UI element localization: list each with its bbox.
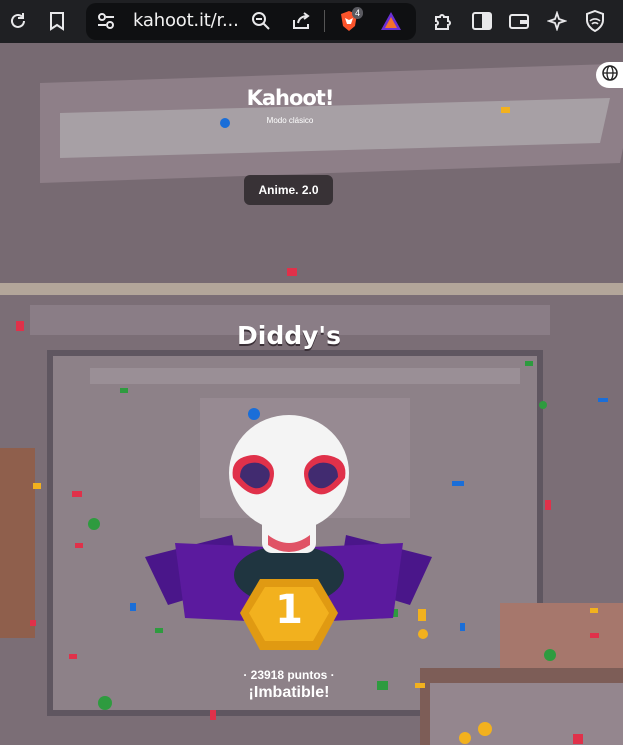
extensions-icon[interactable] (431, 9, 455, 33)
podium-avatar (145, 415, 432, 650)
score-points: · 23918 puntos · (243, 668, 335, 682)
leo-ai-icon[interactable] (545, 9, 569, 33)
share-icon[interactable] (289, 9, 313, 33)
browser-toolbar: kahoot.it/r... 4 (0, 0, 623, 43)
wallet-icon[interactable] (507, 9, 531, 33)
brave-rewards-icon[interactable] (379, 9, 403, 33)
game-results-screen: Kahoot! Modo clásico Anime. 2.0 Diddy's … (0, 43, 623, 745)
zoom-out-icon[interactable] (249, 9, 273, 33)
vpn-icon[interactable] (583, 9, 607, 33)
rank-number: 1 (275, 587, 303, 633)
site-settings-icon[interactable] (94, 9, 118, 33)
separator (324, 10, 325, 32)
bookmark-icon[interactable] (45, 9, 69, 33)
reload-icon[interactable] (6, 9, 30, 33)
sidebar-icon[interactable] (470, 9, 494, 33)
url-text[interactable]: kahoot.it/r... (133, 10, 239, 31)
shields-count-badge: 4 (352, 7, 364, 19)
result-label: ¡Imbatible! (248, 684, 330, 701)
